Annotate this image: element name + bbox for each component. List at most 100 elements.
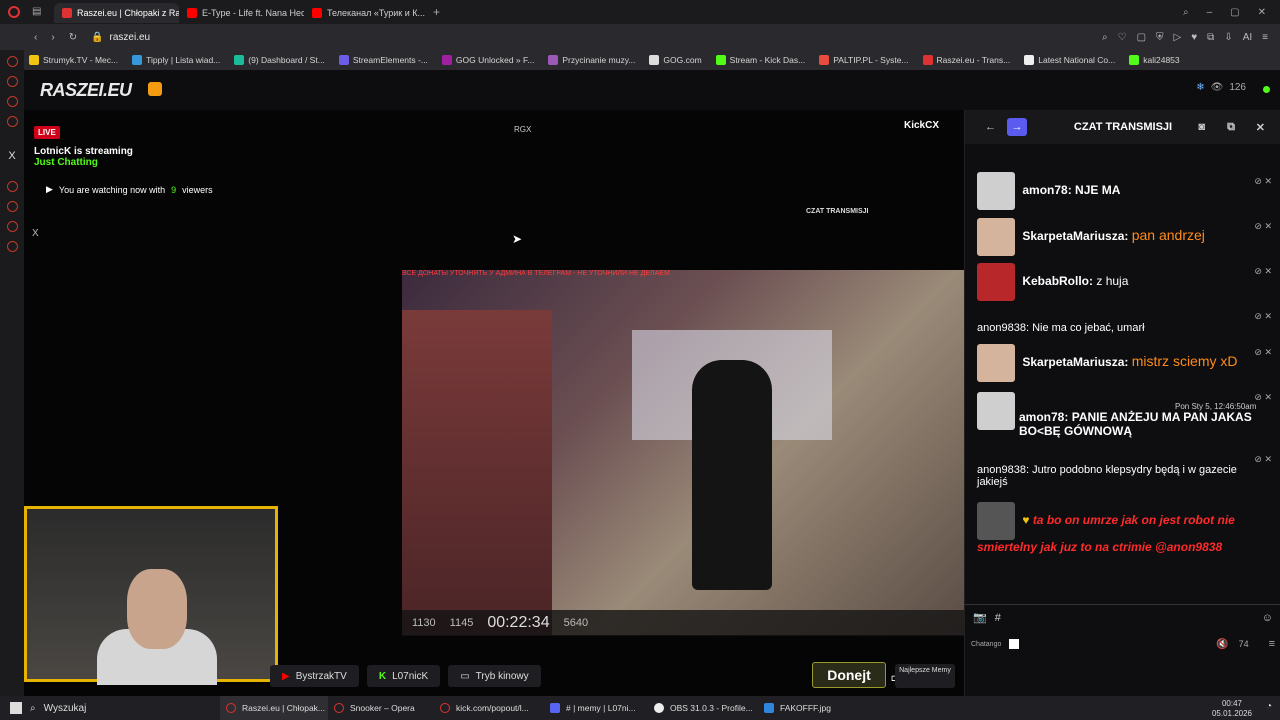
play-icon[interactable]: ▶	[46, 184, 53, 195]
bookmark-item[interactable]: Przycinanie muzy...	[543, 55, 640, 65]
chat-username[interactable]: amon78:	[1019, 410, 1068, 424]
sidebar-messenger-icon[interactable]	[6, 96, 18, 107]
url-field[interactable]: raszei.eu	[110, 32, 151, 43]
tab-telekanal[interactable]: Телеканал «Турик и К...	[304, 3, 429, 23]
close-overlay-icon[interactable]: X	[32, 228, 39, 239]
minimize-button[interactable]: –	[1207, 7, 1213, 18]
chat-username[interactable]: anon9838:	[977, 464, 1029, 476]
message-controls[interactable]: ⊘ ✕	[1254, 266, 1272, 277]
tab-raszei[interactable]: Raszei.eu | Chłopaki z Raszei	[54, 3, 179, 23]
sidebar-x-icon[interactable]: X	[8, 150, 15, 162]
screenshot-icon[interactable]: ▢	[1137, 32, 1146, 43]
bookmark-item[interactable]: GOG Unlocked » F...	[437, 55, 539, 65]
message-controls[interactable]: ⊘ ✕	[1254, 176, 1272, 187]
avatar[interactable]	[977, 344, 1015, 382]
close-window-button[interactable]: ✕	[1258, 7, 1266, 18]
download-icon[interactable]: ⇩	[1224, 32, 1232, 43]
discord-icon[interactable]: ◙	[1198, 121, 1205, 133]
new-tab-button[interactable]: +	[433, 5, 440, 19]
avatar[interactable]	[977, 392, 1015, 430]
user-icon[interactable]	[1009, 639, 1020, 649]
start-icon[interactable]	[10, 702, 22, 714]
avatar[interactable]	[977, 218, 1015, 256]
sidebar-settings-icon[interactable]	[6, 241, 18, 252]
video-player[interactable]: ВСЕ ДОНАТЫ УТОЧНЯТЬ У АДМИНА В ТЕЛЕГРАМ …	[24, 110, 964, 696]
bookmark-item[interactable]: Strumyk.TV - Mec...	[24, 55, 123, 65]
l07nick-button[interactable]: K L07nicK	[366, 665, 441, 687]
best-memes-button[interactable]: Najlepsze Memy	[895, 664, 955, 688]
message-controls[interactable]: ⊘ ✕	[1254, 454, 1272, 465]
stream-category[interactable]: Just Chatting	[34, 157, 234, 168]
taskbar-search[interactable]: ⌕ Wyszukaj	[30, 696, 220, 720]
heart-icon[interactable]: ♥	[1191, 32, 1197, 43]
back-arrow-icon[interactable]: ←	[985, 121, 996, 133]
close-chat-icon[interactable]: ✕	[1256, 121, 1265, 134]
sidebar-history-icon[interactable]	[6, 181, 18, 192]
sidebar-aria-icon[interactable]	[6, 56, 18, 67]
sidebar-pin-icon[interactable]	[6, 221, 18, 232]
maximize-button[interactable]: ▢	[1230, 7, 1239, 18]
bookmark-icon[interactable]: ♡	[1118, 32, 1127, 43]
taskbar-item[interactable]: Raszei.eu | Chłopak...	[220, 696, 328, 720]
back-icon[interactable]: ‹	[34, 32, 37, 43]
vpn-icon[interactable]: ⛨	[1156, 32, 1164, 43]
notification-icon[interactable]: ◔	[1266, 701, 1272, 712]
avatar[interactable]	[977, 502, 1015, 540]
forward-arrow-icon[interactable]: →	[1007, 118, 1027, 136]
forward-icon[interactable]: ›	[51, 32, 54, 43]
bookmark-item[interactable]: Latest National Co...	[1019, 55, 1120, 65]
popout-chat-icon[interactable]: ⧉	[1227, 121, 1235, 134]
sidebar-music-icon[interactable]	[6, 116, 18, 127]
bookmark-item[interactable]: Raszei.eu - Trans...	[918, 55, 1016, 65]
taskbar-item[interactable]: Snooker – Opera	[328, 696, 434, 720]
chatango-label[interactable]: Chatango	[971, 641, 1001, 648]
chat-username[interactable]: amon78:	[1022, 183, 1071, 197]
bookmark-item[interactable]: Tipply | Lista wiad...	[127, 55, 225, 65]
chat-input[interactable]: 📷 # ☺	[965, 604, 1280, 630]
snowflake-icon[interactable]: ❄	[1196, 82, 1204, 93]
menu-icon[interactable]: ≡	[1262, 32, 1268, 43]
player-icon[interactable]: ▷	[1174, 32, 1182, 43]
sidebar-clock-icon[interactable]	[6, 201, 18, 212]
camera-icon[interactable]: 📷	[973, 611, 987, 624]
reload-icon[interactable]: ↻	[69, 32, 77, 43]
tab-etype[interactable]: E-Type - Life ft. Nana Hedin	[179, 3, 304, 23]
message-controls[interactable]: ⊘ ✕	[1254, 311, 1272, 322]
chat-username[interactable]: KebabRollo:	[1022, 274, 1093, 288]
bookmark-item[interactable]: kali24853	[1124, 55, 1184, 65]
bookmark-item[interactable]: PALTIP.PL - Syste...	[814, 55, 913, 65]
search-tabs-icon[interactable]: ⌕	[1183, 7, 1189, 18]
sidebar-workspace-icon[interactable]	[6, 76, 18, 87]
bookmark-item[interactable]: (9) Dashboard / St...	[229, 55, 330, 65]
taskbar-item[interactable]: FAKOFFF.jpg	[758, 696, 838, 720]
bookmark-item[interactable]: Stream - Kick Das...	[711, 55, 811, 65]
menu-icon[interactable]: ≡	[1269, 638, 1280, 650]
bookmark-item[interactable]: StreamElements -...	[334, 55, 433, 65]
site-logo[interactable]: RASZEI.EU	[40, 80, 132, 101]
profile-label[interactable]: AI	[1243, 32, 1252, 43]
chat-username[interactable]: anon9838:	[977, 322, 1029, 334]
bookmark-item[interactable]: GOG.com	[644, 55, 706, 65]
theater-mode-button[interactable]: ▭ Tryb kinowy	[448, 665, 541, 687]
mute-icon[interactable]: 🔇	[1216, 639, 1228, 650]
zoom-icon[interactable]: ⌕	[1102, 32, 1108, 43]
message-controls[interactable]: ⊘ ✕	[1254, 392, 1272, 403]
donate-button[interactable]: Donejt	[812, 662, 886, 688]
opera-logo-icon[interactable]	[8, 6, 20, 18]
taskbar-item[interactable]: OBS 31.0.3 - Profile...	[648, 696, 758, 720]
webcam-overlay	[24, 506, 278, 685]
chat-username[interactable]: SkarpetaMariusza:	[1022, 355, 1128, 369]
taskbar-item[interactable]: kick.com/popout/l...	[434, 696, 544, 720]
bystrzak-button[interactable]: ▶ BystrzakTV	[270, 665, 359, 687]
site-badge-icon[interactable]	[148, 82, 162, 96]
avatar[interactable]	[977, 263, 1015, 301]
extensions-icon[interactable]: ⧉	[1207, 32, 1214, 43]
taskbar-clock[interactable]: 00:47 05.01.2026	[1212, 699, 1252, 719]
chat-username[interactable]: SkarpetaMariusza:	[1022, 229, 1128, 243]
taskbar-item[interactable]: # | memy | L07ni...	[544, 696, 648, 720]
tab-menu-icon[interactable]: ▤	[32, 6, 41, 18]
avatar[interactable]	[977, 172, 1015, 210]
message-controls[interactable]: ⊘ ✕	[1254, 221, 1272, 232]
message-controls[interactable]: ⊘ ✕	[1254, 347, 1272, 358]
emoji-icon[interactable]: ☺	[1262, 612, 1273, 624]
